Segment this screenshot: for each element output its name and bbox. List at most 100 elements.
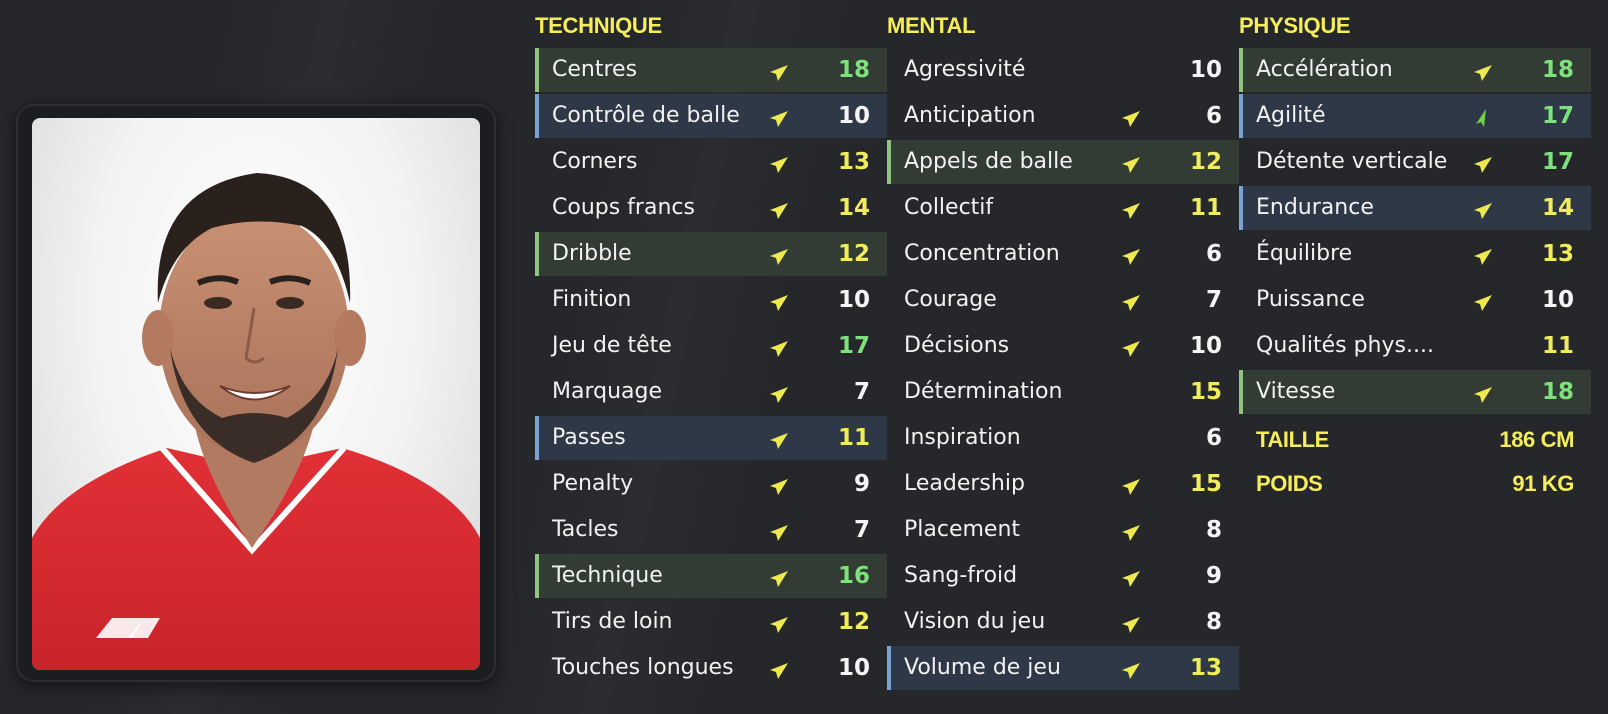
attribute-row[interactable]: Endurance 14 bbox=[1239, 186, 1591, 230]
section-title-mental: MENTAL bbox=[887, 13, 976, 38]
attribute-row[interactable]: Finition 10 bbox=[535, 278, 887, 322]
attribute-value: 18 bbox=[837, 57, 870, 83]
attribute-value: 13 bbox=[1189, 655, 1222, 681]
attribute-row[interactable]: Jeu de tête 17 bbox=[535, 324, 887, 368]
attribute-value: 11 bbox=[837, 425, 870, 451]
attribute-row[interactable]: Accélération 18 bbox=[1239, 48, 1591, 92]
attribute-label: Détermination bbox=[904, 379, 1063, 404]
attribute-row[interactable]: Contrôle de balle 10 bbox=[535, 94, 887, 138]
attribute-row[interactable]: Tacles 7 bbox=[535, 508, 887, 552]
trend-arrow-icon bbox=[1122, 111, 1140, 127]
attribute-row[interactable]: Marquage 7 bbox=[535, 370, 887, 414]
attribute-label: Courage bbox=[904, 287, 997, 312]
attribute-value: 10 bbox=[1541, 287, 1574, 313]
attribute-row[interactable]: Tirs de loin 12 bbox=[535, 600, 887, 644]
attribute-value: 17 bbox=[1541, 149, 1574, 175]
attribute-label: Tirs de loin bbox=[552, 609, 673, 634]
trend-arrow-icon bbox=[770, 387, 788, 403]
attribute-label: Puissance bbox=[1256, 287, 1365, 312]
attribute-value: 8 bbox=[1205, 517, 1222, 543]
attribute-label: Inspiration bbox=[904, 425, 1021, 450]
attribute-value: 12 bbox=[1189, 149, 1222, 175]
info-value: 91 KG bbox=[1512, 471, 1574, 496]
attribute-value: 18 bbox=[1541, 57, 1574, 83]
trend-arrow-icon bbox=[1122, 525, 1140, 541]
trend-arrow-icon bbox=[770, 663, 788, 679]
attribute-label: Collectif bbox=[904, 195, 994, 220]
trend-arrow-icon bbox=[1474, 203, 1492, 219]
attribute-label: Tacles bbox=[552, 517, 619, 542]
attribute-row[interactable]: Qualités phys.... 11 bbox=[1239, 324, 1591, 368]
attribute-value: 10 bbox=[1189, 57, 1222, 83]
attribute-row[interactable]: Agressivité 10 bbox=[887, 48, 1239, 92]
attribute-value: 14 bbox=[1541, 195, 1574, 221]
attribute-row[interactable]: Placement 8 bbox=[887, 508, 1239, 552]
attribute-row[interactable]: Décisions 10 bbox=[887, 324, 1239, 368]
attribute-row[interactable]: Courage 7 bbox=[887, 278, 1239, 322]
attribute-row[interactable]: Agilité 17 bbox=[1239, 94, 1591, 138]
attribute-row[interactable]: Passes 11 bbox=[535, 416, 887, 460]
info-row-weight: POIDS 91 KG bbox=[1239, 462, 1591, 506]
trend-arrow-icon bbox=[1122, 617, 1140, 633]
trend-arrow-icon bbox=[1474, 65, 1492, 81]
attribute-value: 10 bbox=[837, 655, 870, 681]
attribute-row[interactable]: Détermination 15 bbox=[887, 370, 1239, 414]
attribute-label: Corners bbox=[552, 149, 638, 174]
attribute-value: 6 bbox=[1205, 425, 1222, 451]
attribute-row[interactable]: Corners 13 bbox=[535, 140, 887, 184]
attribute-row[interactable]: Sang-froid 9 bbox=[887, 554, 1239, 598]
attribute-row[interactable]: Équilibre 13 bbox=[1239, 232, 1591, 276]
trend-arrow-icon bbox=[770, 571, 788, 587]
attribute-value: 7 bbox=[853, 379, 870, 405]
attribute-value: 15 bbox=[1189, 471, 1222, 497]
attribute-label: Qualités phys.... bbox=[1256, 333, 1434, 358]
attribute-row[interactable]: Appels de balle 12 bbox=[887, 140, 1239, 184]
attribute-label: Appels de balle bbox=[904, 149, 1073, 174]
attribute-row[interactable]: Centres 18 bbox=[535, 48, 887, 92]
attribute-label: Équilibre bbox=[1256, 241, 1353, 266]
trend-arrow-icon bbox=[770, 341, 788, 357]
attribute-row[interactable]: Puissance 10 bbox=[1239, 278, 1591, 322]
attribute-row[interactable]: Dribble 12 bbox=[535, 232, 887, 276]
trend-arrow-icon bbox=[770, 433, 788, 449]
attribute-label: Marquage bbox=[552, 379, 663, 404]
attribute-value: 6 bbox=[1205, 103, 1222, 129]
attribute-label: Jeu de tête bbox=[552, 333, 672, 358]
attribute-label: Volume de jeu bbox=[904, 655, 1061, 680]
trend-arrow-icon bbox=[1474, 249, 1492, 265]
attribute-row[interactable]: Anticipation 6 bbox=[887, 94, 1239, 138]
attribute-row[interactable]: Vitesse 18 bbox=[1239, 370, 1591, 414]
attribute-row[interactable]: Penalty 9 bbox=[535, 462, 887, 506]
info-label: TAILLE bbox=[1256, 427, 1329, 452]
attribute-row[interactable]: Volume de jeu 13 bbox=[887, 646, 1239, 690]
attribute-row[interactable]: Vision du jeu 8 bbox=[887, 600, 1239, 644]
attribute-value: 7 bbox=[1205, 287, 1222, 313]
section-title-technique: TECHNIQUE bbox=[535, 13, 662, 38]
trend-arrow-icon bbox=[1122, 295, 1140, 311]
attribute-value: 10 bbox=[837, 103, 870, 129]
attribute-row[interactable]: Collectif 11 bbox=[887, 186, 1239, 230]
attribute-row[interactable]: Détente verticale 17 bbox=[1239, 140, 1591, 184]
info-row-height: TAILLE 186 CM bbox=[1239, 418, 1591, 462]
trend-arrow-icon bbox=[770, 295, 788, 311]
column-mental: MENTAL Agressivité 10 Anticipation 6 Appels … bbox=[887, 8, 1239, 692]
trend-arrow-icon bbox=[1122, 249, 1140, 265]
attribute-value: 6 bbox=[1205, 241, 1222, 267]
trend-arrow-icon bbox=[1474, 387, 1492, 403]
attribute-value: 13 bbox=[837, 149, 870, 175]
trend-arrow-icon bbox=[1122, 341, 1140, 357]
attribute-row[interactable]: Coups francs 14 bbox=[535, 186, 887, 230]
attribute-row[interactable]: Inspiration 6 bbox=[887, 416, 1239, 460]
trend-arrow-icon bbox=[770, 157, 788, 173]
trend-arrow-icon bbox=[770, 525, 788, 541]
attribute-row[interactable]: Concentration 6 bbox=[887, 232, 1239, 276]
attribute-label: Détente verticale bbox=[1256, 149, 1448, 174]
attribute-row[interactable]: Leadership 15 bbox=[887, 462, 1239, 506]
player-info: TAILLE 186 CM POIDS 91 KG bbox=[1239, 418, 1591, 506]
attribute-row[interactable]: Technique 16 bbox=[535, 554, 887, 598]
attribute-label: Leadership bbox=[904, 471, 1025, 496]
attribute-row[interactable]: Touches longues 10 bbox=[535, 646, 887, 690]
player-photo bbox=[32, 118, 480, 670]
trend-arrow-icon bbox=[770, 249, 788, 265]
player-portrait-image bbox=[32, 173, 480, 670]
